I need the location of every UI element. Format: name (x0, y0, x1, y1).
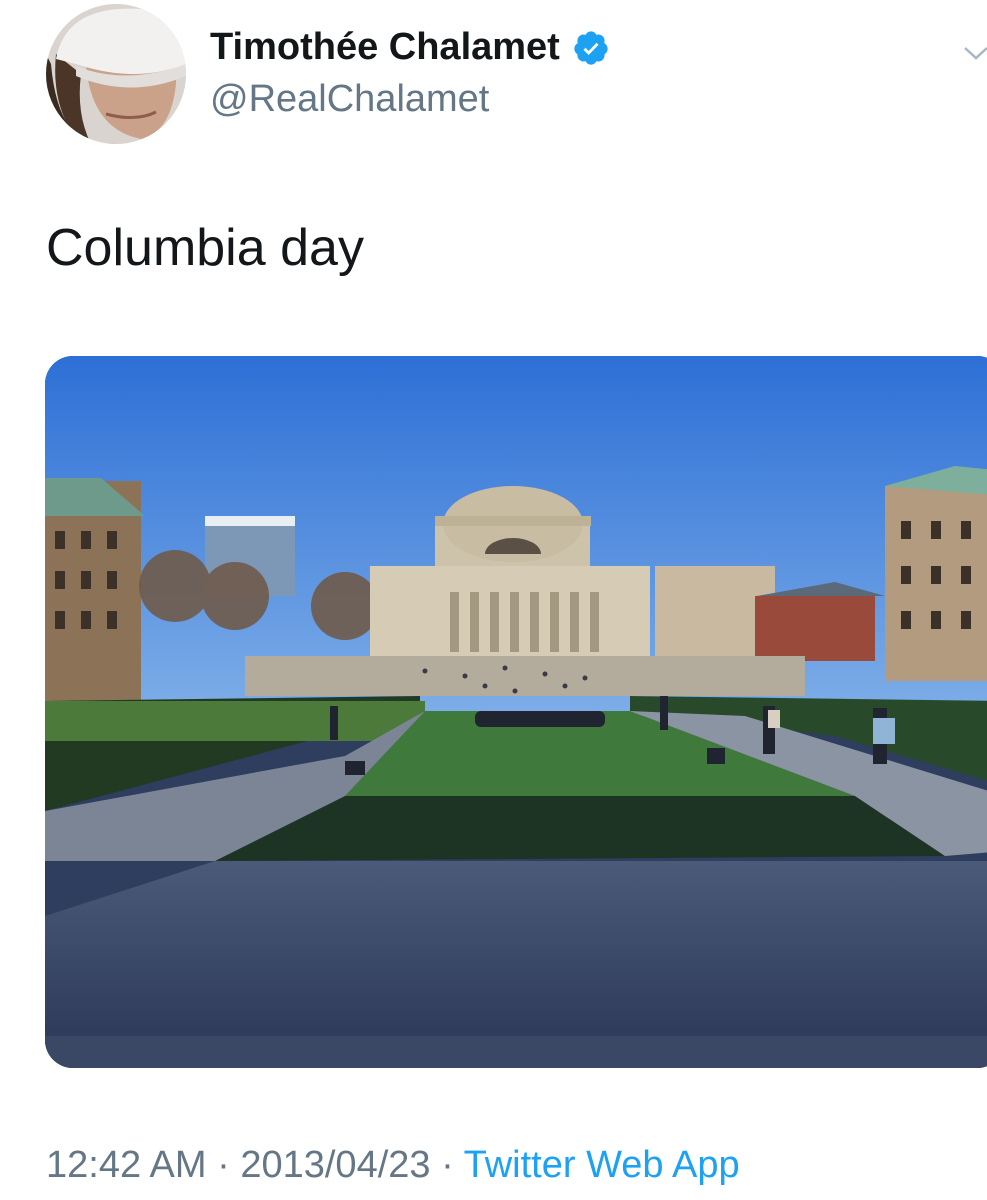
author-handle[interactable]: @RealChalamet (210, 78, 489, 121)
photo-image (45, 356, 987, 1068)
tweet-media-photo[interactable] (45, 356, 987, 1068)
meta-separator: · (441, 1144, 454, 1186)
author-display-name[interactable]: Timothée Chalamet (210, 26, 560, 69)
tweet-meta: 12:42 AM · 2013/04/23 · Twitter Web App (46, 1144, 740, 1187)
tweet-date[interactable]: 2013/04/23 (240, 1144, 430, 1186)
meta-separator: · (217, 1144, 230, 1186)
tweet-source-link[interactable]: Twitter Web App (464, 1144, 740, 1186)
chevron-down-icon[interactable] (962, 40, 987, 64)
tweet-time[interactable]: 12:42 AM (46, 1144, 207, 1186)
tweet-text: Columbia day (46, 219, 364, 277)
verified-badge-icon (574, 30, 608, 65)
author-avatar[interactable] (46, 4, 186, 144)
avatar-photo (46, 4, 186, 144)
author-name-row[interactable]: Timothée Chalamet (210, 26, 610, 69)
